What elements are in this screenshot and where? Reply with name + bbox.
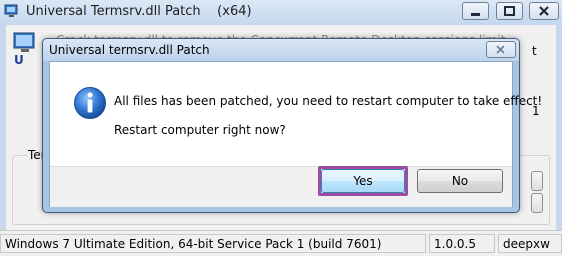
- computer-logo-icon: U: [13, 32, 35, 65]
- dialog-message: All files has been patched, you need to …: [114, 94, 543, 108]
- main-window-title: Universal Termsrv.dll Patch (x64): [26, 4, 252, 19]
- dialog-question: Restart computer right now?: [114, 123, 286, 137]
- no-button[interactable]: No: [417, 169, 503, 193]
- close-icon: [496, 45, 505, 54]
- main-titlebar[interactable]: Universal Termsrv.dll Patch (x64): [0, 0, 562, 24]
- status-author: deepxw: [498, 234, 562, 253]
- info-icon: [74, 87, 106, 119]
- background-button[interactable]: [531, 193, 543, 213]
- background-button[interactable]: [531, 171, 543, 191]
- background-text-fragment: t: [532, 44, 537, 58]
- status-os-info: Windows 7 Ultimate Edition, 64-bit Servi…: [0, 234, 426, 253]
- maximize-button[interactable]: [496, 2, 523, 20]
- close-icon: [539, 6, 549, 16]
- minimize-button[interactable]: [462, 2, 489, 20]
- yes-button[interactable]: Yes: [321, 169, 405, 193]
- app-icon: [4, 4, 18, 17]
- maximize-icon: [504, 6, 515, 16]
- status-bar: Windows 7 Ultimate Edition, 64-bit Servi…: [0, 230, 562, 256]
- minimize-icon: [471, 13, 480, 16]
- dialog-close-button[interactable]: [486, 41, 516, 58]
- svg-text:U: U: [14, 53, 24, 65]
- status-version: 1.0.0.5: [429, 234, 495, 253]
- dialog-title: Universal termsrv.dll Patch: [49, 43, 210, 57]
- close-button[interactable]: [529, 2, 559, 20]
- dialog-message-area: All files has been patched, you need to …: [50, 62, 542, 166]
- dialog-titlebar[interactable]: Universal termsrv.dll Patch: [43, 39, 519, 61]
- restart-dialog: Universal termsrv.dll Patch All files ha…: [42, 38, 542, 213]
